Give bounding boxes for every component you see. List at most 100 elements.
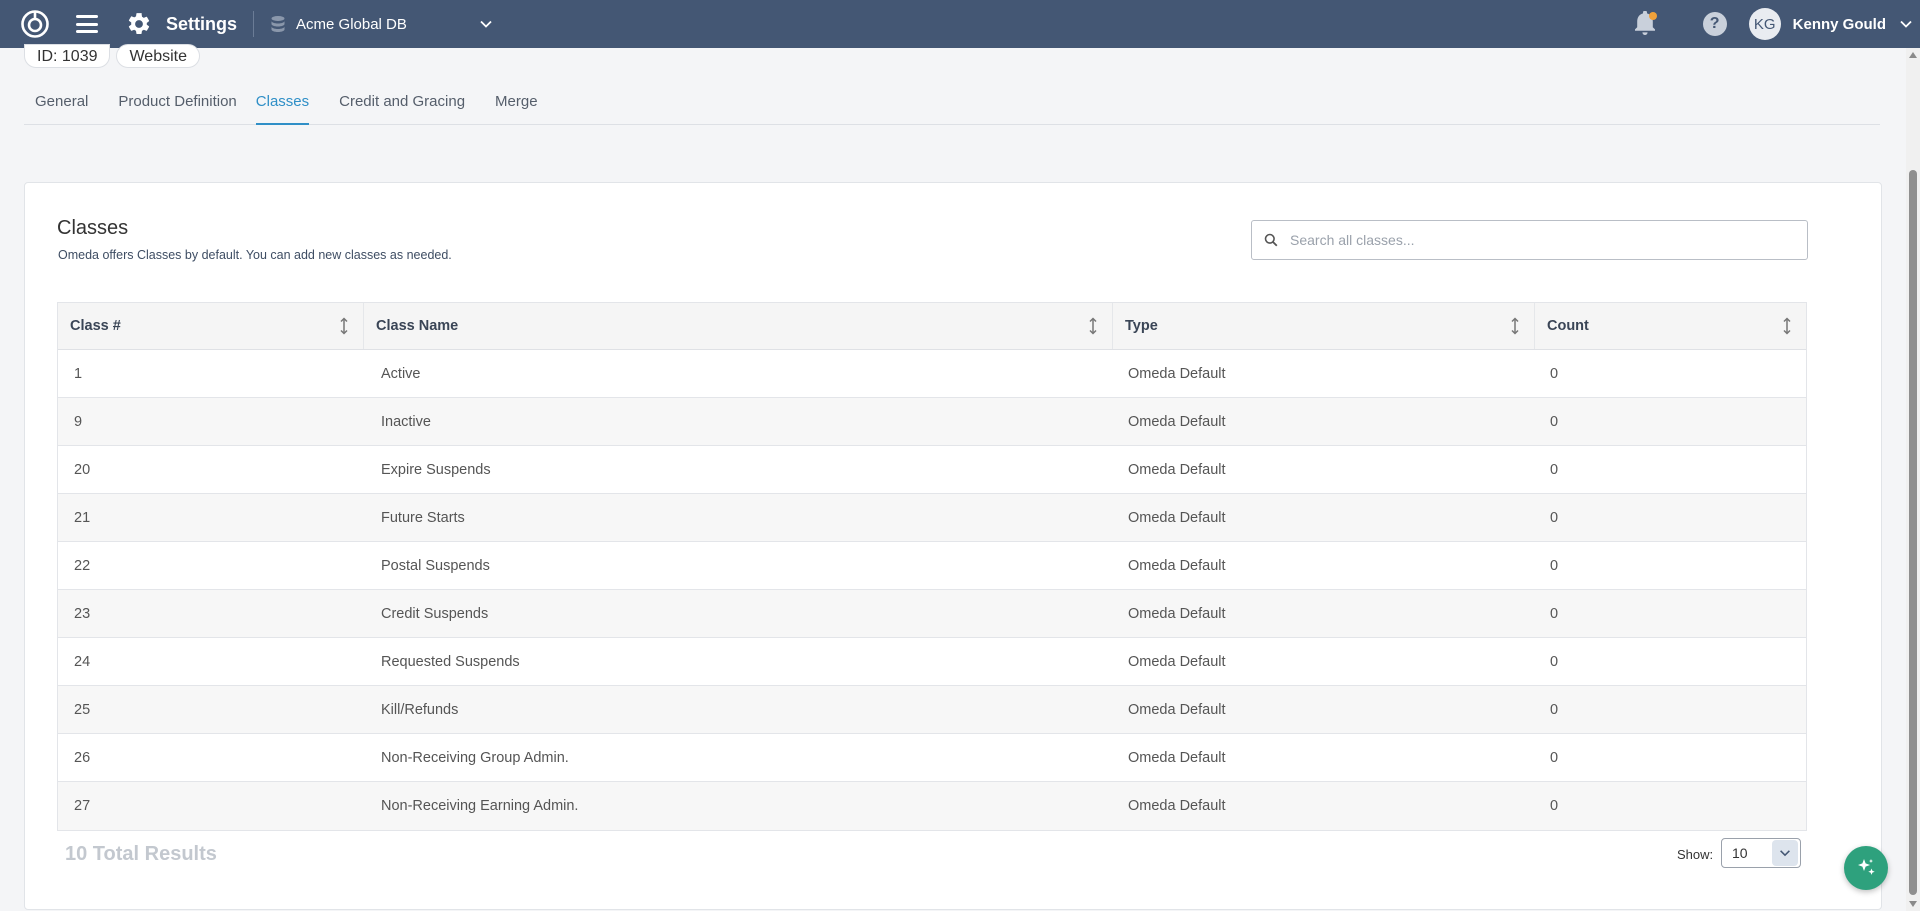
cell-class-name: Expire Suspends (381, 461, 491, 478)
cell-class-name: Requested Suspends (381, 653, 520, 670)
page-title: Settings (166, 13, 238, 34)
cell-type: Omeda Default (1128, 701, 1226, 718)
cell-class-name: Inactive (381, 413, 431, 430)
sort-icon[interactable] (1782, 317, 1792, 335)
cell-class-name: Postal Suspends (381, 557, 490, 574)
cell-count: 0 (1550, 557, 1559, 574)
cell-class-number: 24 (74, 653, 91, 670)
search-box[interactable] (1251, 220, 1808, 260)
tab-general[interactable]: General (24, 88, 88, 125)
product-type-chip: Website (116, 44, 200, 68)
cell-class-number: 9 (74, 413, 83, 430)
cell-class-number: 26 (74, 749, 91, 766)
help-icon[interactable]: ? (1702, 12, 1727, 36)
cell-count: 0 (1550, 605, 1559, 622)
cell-type: Omeda Default (1128, 413, 1226, 430)
cell-count: 0 (1550, 653, 1559, 670)
cell-count: 0 (1550, 365, 1559, 382)
notification-badge (1648, 12, 1657, 20)
cell-class-number: 1 (74, 365, 83, 382)
cell-type: Omeda Default (1128, 653, 1226, 670)
cell-class-number: 21 (74, 509, 91, 526)
sparkle-icon (1858, 859, 1875, 875)
column-header-label: Count (1547, 318, 1589, 334)
product-id-chip: ID: 1039 (24, 44, 111, 68)
cell-type: Omeda Default (1128, 749, 1226, 766)
topbar-right-section: ? KG Kenny Gould (514, 0, 1920, 48)
app-logo-icon[interactable] (20, 9, 50, 39)
chevron-down-icon[interactable] (1772, 840, 1798, 866)
gear-icon (128, 13, 150, 34)
search-input[interactable] (1290, 232, 1807, 248)
cell-count: 0 (1550, 413, 1559, 430)
cell-class-name: Kill/Refunds (381, 701, 459, 718)
cell-class-name: Future Starts (381, 509, 465, 526)
cell-type: Omeda Default (1128, 365, 1226, 382)
page-size-value: 10 (1732, 845, 1748, 861)
table-row[interactable]: 20 Expire Suspends Omeda Default 0 (58, 446, 1806, 494)
table-header: Class # Class Name Type Count (58, 303, 1806, 350)
tab-classes[interactable]: Classes (255, 88, 310, 125)
cell-type: Omeda Default (1128, 605, 1226, 622)
cell-type: Omeda Default (1128, 461, 1226, 478)
scrollbar-thumb[interactable] (1909, 170, 1917, 895)
cell-count: 0 (1550, 509, 1559, 526)
cell-class-number: 20 (74, 461, 91, 478)
user-menu-chevron-icon[interactable] (1898, 16, 1914, 32)
column-header-label: Class Name (376, 318, 459, 334)
product-chips: ID: 1039 Website (24, 44, 200, 68)
cell-class-number: 27 (74, 798, 91, 814)
scroll-up-arrow-icon[interactable] (1909, 52, 1917, 58)
card-title: Classes (57, 217, 129, 239)
tab-merge[interactable]: Merge (484, 88, 538, 125)
column-header-count[interactable]: Count (1534, 303, 1806, 349)
sort-icon[interactable] (1088, 317, 1098, 335)
column-header-type[interactable]: Type (1112, 303, 1534, 349)
cell-count: 0 (1550, 798, 1559, 814)
cell-type: Omeda Default (1128, 798, 1226, 814)
cell-class-number: 22 (74, 557, 91, 574)
column-header-class-number[interactable]: Class # (58, 303, 363, 349)
total-results: 10 Total Results (65, 843, 217, 865)
table-row[interactable]: 21 Future Starts Omeda Default 0 (58, 494, 1806, 542)
sort-icon[interactable] (1510, 317, 1520, 335)
database-selector-label[interactable]: Acme Global DB (296, 16, 407, 33)
table-row[interactable]: 9 Inactive Omeda Default 0 (58, 398, 1806, 446)
sort-icon[interactable] (339, 317, 349, 335)
cell-type: Omeda Default (1128, 557, 1226, 574)
table-row[interactable]: 25 Kill/Refunds Omeda Default 0 (58, 686, 1806, 734)
cell-class-number: 25 (74, 701, 91, 718)
table-row[interactable]: 23 Credit Suspends Omeda Default 0 (58, 590, 1806, 638)
chevron-down-icon[interactable] (478, 16, 494, 32)
classes-table: Class # Class Name Type Count 1 Active O… (57, 302, 1807, 831)
table-row[interactable]: 22 Postal Suspends Omeda Default 0 (58, 542, 1806, 590)
column-header-class-name[interactable]: Class Name (363, 303, 1112, 349)
table-row[interactable]: 27 Non-Receiving Earning Admin. Omeda De… (58, 782, 1806, 830)
hamburger-menu-icon[interactable] (76, 15, 98, 33)
page-size-label: Show: (1677, 847, 1714, 862)
scroll-down-arrow-icon[interactable] (1909, 901, 1917, 907)
page-scrollbar[interactable] (1906, 48, 1920, 911)
ai-assistant-button[interactable] (1844, 846, 1888, 890)
table-body: 1 Active Omeda Default 0 9 Inactive Omed… (58, 350, 1806, 830)
tab-credit-and-gracing[interactable]: Credit and Gracing (328, 88, 465, 125)
database-icon (271, 16, 285, 32)
cell-class-number: 23 (74, 605, 91, 622)
tab-product-definition[interactable]: Product Definition (107, 88, 236, 125)
cell-class-name: Non-Receiving Earning Admin. (381, 798, 579, 814)
avatar[interactable]: KG (1748, 8, 1781, 40)
cell-class-name: Active (381, 365, 421, 382)
column-header-label: Class # (70, 318, 121, 334)
column-header-label: Type (1125, 318, 1158, 334)
user-name[interactable]: Kenny Gould (1793, 16, 1886, 33)
settings-tabs: General Product Definition Classes Credi… (24, 88, 1880, 125)
topbar-left-section: Settings Acme Global DB (0, 0, 514, 48)
table-row[interactable]: 24 Requested Suspends Omeda Default 0 (58, 638, 1806, 686)
card-subtitle: Omeda offers Classes by default. You can… (58, 248, 452, 262)
topbar-divider (253, 11, 255, 37)
page-size-select[interactable]: 10 (1721, 838, 1801, 868)
table-row[interactable]: 1 Active Omeda Default 0 (58, 350, 1806, 398)
cell-class-name: Credit Suspends (381, 605, 489, 622)
table-row[interactable]: 26 Non-Receiving Group Admin. Omeda Defa… (58, 734, 1806, 782)
notifications-bell-icon[interactable] (1633, 10, 1657, 37)
